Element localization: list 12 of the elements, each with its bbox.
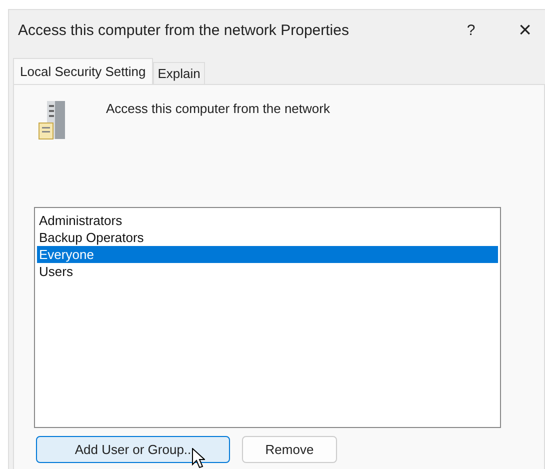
policy-name: Access this computer from the network (106, 101, 330, 116)
tab[interactable]: Explain (152, 62, 206, 84)
list-item[interactable]: Users (37, 263, 498, 280)
help-button[interactable]: ? (451, 15, 491, 45)
close-button[interactable]: × (505, 15, 545, 45)
dialog-button[interactable]: Remove (242, 436, 337, 463)
dialog-button[interactable]: Add User or Group.. (36, 436, 230, 463)
list-item[interactable]: Backup Operators (37, 229, 498, 246)
list-item[interactable]: Administrators (37, 212, 498, 229)
tab[interactable]: Local Security Setting (13, 58, 153, 84)
window-title: Access this computer from the network Properties (18, 22, 350, 38)
list-item[interactable]: Everyone (37, 246, 498, 263)
